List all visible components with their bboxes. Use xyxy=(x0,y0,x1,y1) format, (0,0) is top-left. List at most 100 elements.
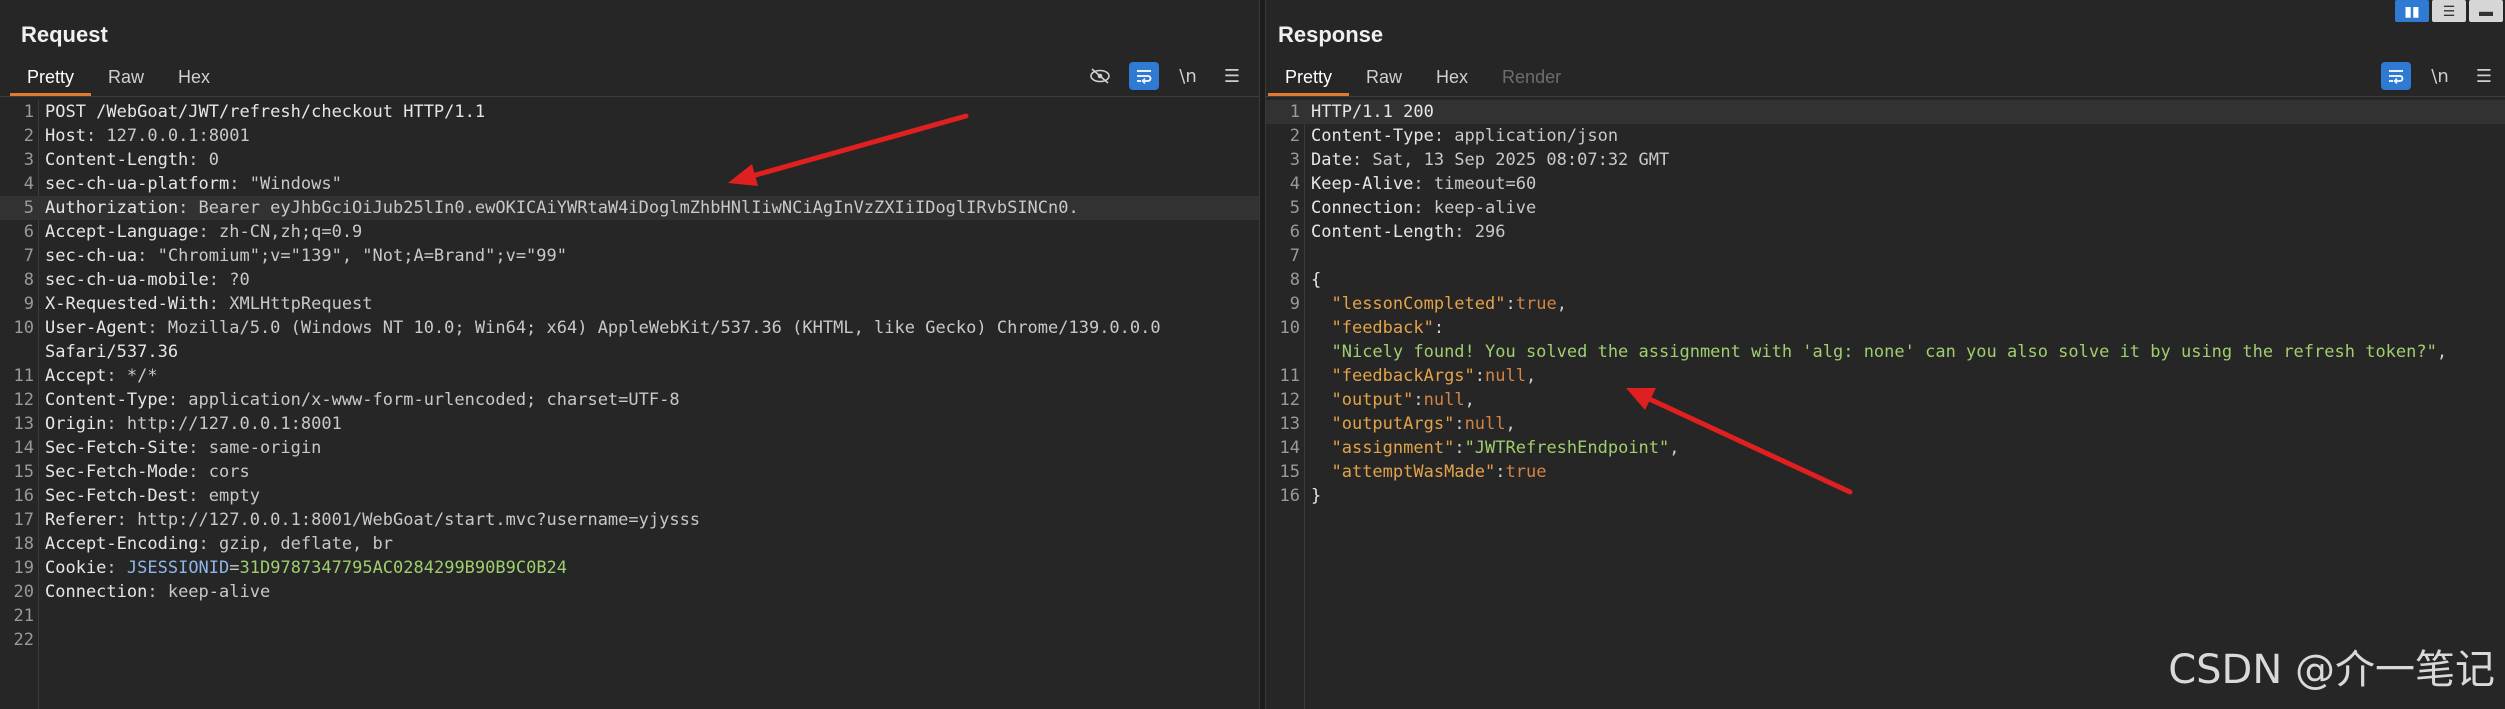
code-line: 2 Content-Type: application/json xyxy=(1266,124,2505,148)
line-number: 6 xyxy=(23,222,34,242)
line-number: 17 xyxy=(13,510,34,530)
line-number: 11 xyxy=(1279,366,1300,386)
separator: : xyxy=(1505,294,1516,314)
header-value: : Mozilla/5.0 (Windows NT 10.0; Win64; x… xyxy=(147,318,1161,338)
line-number: 21 xyxy=(13,606,34,626)
tab-pretty[interactable]: Pretty xyxy=(10,60,92,96)
menu-icon[interactable]: ☰ xyxy=(1217,62,1247,90)
header-name: Accept-Language xyxy=(45,222,199,242)
line-number: 3 xyxy=(23,150,34,170)
code-line: 16} xyxy=(1266,484,2505,508)
request-tabs: Pretty Raw Hex xyxy=(10,60,227,96)
line-number: 13 xyxy=(13,414,34,434)
header-name: HTTP/1.1 200 xyxy=(1311,102,1434,122)
single-view-icon[interactable]: ▬ xyxy=(2469,0,2503,22)
split-vertical-icon[interactable]: ▮▮ xyxy=(2395,0,2429,22)
header-name: POST /WebGoat/JWT/refresh/checkout HTTP/… xyxy=(45,102,486,122)
header-value: : empty xyxy=(188,486,260,506)
code-line: 11 Accept: */* xyxy=(0,364,1259,388)
header-value: : application/json xyxy=(1433,126,1619,146)
split-horizontal-icon[interactable]: ☰ xyxy=(2432,0,2466,22)
line-text: Host: 127.0.0.1:8001 xyxy=(45,124,250,148)
line-number: 20 xyxy=(13,582,34,602)
line-number: 3 xyxy=(1289,150,1300,170)
code-line: 1 HTTP/1.1 200 xyxy=(1266,100,2505,124)
header-name: Content-Length xyxy=(45,150,189,170)
header-name: Content-Type xyxy=(1311,126,1434,146)
line-text: Sec-Fetch-Site: same-origin xyxy=(45,436,321,460)
header-name: Accept xyxy=(45,366,107,386)
request-editor[interactable]: 1 POST /WebGoat/JWT/refresh/checkout HTTP… xyxy=(0,100,1259,709)
tab-raw[interactable]: Raw xyxy=(1349,60,1419,96)
separator: : xyxy=(1433,318,1445,338)
line-number: 18 xyxy=(13,534,34,554)
header-name: { xyxy=(1311,270,1322,290)
header-value: : "Chromium";v="139", "Not;A=Brand";v="9… xyxy=(137,246,567,266)
code-line: 15 "attemptWasMade":true xyxy=(1266,460,2505,484)
line-text: Sec-Fetch-Mode: cors xyxy=(45,460,250,484)
code-line: 11 "feedbackArgs":null, xyxy=(1266,364,2505,388)
cookie-name: JSESSIONID xyxy=(126,558,230,578)
line-text: "Nicely found! You solved the assignment… xyxy=(1311,340,2447,364)
header-value: : 296 xyxy=(1454,222,1506,242)
layout-toggle-group: ▮▮ ☰ ▬ xyxy=(2395,0,2503,22)
separator: : xyxy=(106,558,127,578)
json-key: "lessonCompleted" xyxy=(1331,294,1506,314)
tab-raw[interactable]: Raw xyxy=(91,60,161,96)
line-text: "lessonCompleted":true, xyxy=(1311,292,1566,316)
response-editor[interactable]: 1 HTTP/1.1 200 2 Content-Type: application/… xyxy=(1266,100,2505,709)
line-number: 12 xyxy=(1279,390,1300,410)
line-text: Accept-Encoding: gzip, deflate, br xyxy=(45,532,393,556)
line-number: 8 xyxy=(23,270,34,290)
code-line: 1 POST /WebGoat/JWT/refresh/checkout HTTP… xyxy=(0,100,1259,124)
line-number: 14 xyxy=(13,438,34,458)
code-line: 20 Connection: keep-alive xyxy=(0,580,1259,604)
header-value: : http://127.0.0.1:8001 xyxy=(106,414,342,434)
separator: , xyxy=(1669,438,1680,458)
code-line: 7 xyxy=(1266,244,2505,268)
tab-hex[interactable]: Hex xyxy=(1419,60,1485,96)
code-line: 4 Keep-Alive: timeout=60 xyxy=(1266,172,2505,196)
code-line: 8{ xyxy=(1266,268,2505,292)
separator: : xyxy=(1454,414,1465,434)
wrap-lines-icon[interactable] xyxy=(2381,62,2411,90)
header-name: Sec-Fetch-Site xyxy=(45,438,189,458)
separator: : xyxy=(1454,438,1465,458)
header-name: sec-ch-ua-mobile xyxy=(45,270,209,290)
header-value: : Bearer eyJhbGciOiJub25lIn0.ewOKICAiYWR… xyxy=(178,198,1079,218)
newline-icon[interactable]: \n xyxy=(2425,62,2455,90)
line-number: 10 xyxy=(13,318,34,338)
header-value: : ?0 xyxy=(208,270,250,290)
header-name: Date xyxy=(1311,150,1352,170)
response-code: 1 HTTP/1.1 200 2 Content-Type: application/… xyxy=(1266,100,2505,508)
panel-splitter[interactable] xyxy=(1259,0,1266,709)
code-line: 2 Host: 127.0.0.1:8001 xyxy=(0,124,1259,148)
separator: : xyxy=(1474,366,1486,386)
header-name: Sec-Fetch-Mode xyxy=(45,462,189,482)
code-line: 6 Accept-Language: zh-CN,zh;q=0.9 xyxy=(0,220,1259,244)
line-text: "attemptWasMade":true xyxy=(1311,460,1546,484)
eye-slash-icon[interactable] xyxy=(1085,62,1115,90)
tab-hex[interactable]: Hex xyxy=(161,60,227,96)
line-number: 12 xyxy=(13,390,34,410)
header-name: Connection xyxy=(45,582,148,602)
menu-icon[interactable]: ☰ xyxy=(2469,62,2499,90)
json-key: "attemptWasMade" xyxy=(1331,462,1496,482)
code-line: 19 Cookie: JSESSIONID=31D9787347795AC0284… xyxy=(0,556,1259,580)
header-name: Content-Length xyxy=(1311,222,1455,242)
line-number: 15 xyxy=(13,462,34,482)
newline-icon[interactable]: \n xyxy=(1173,62,1203,90)
tab-pretty[interactable]: Pretty xyxy=(1268,60,1350,96)
request-panel: Request Pretty Raw Hex \n ☰ 1 POST /WebGo… xyxy=(0,0,1259,709)
wrap-lines-icon[interactable] xyxy=(1129,62,1159,90)
line-text: sec-ch-ua-platform: "Windows" xyxy=(45,172,342,196)
code-line: 17 Referer: http://127.0.0.1:8001/WebGoat… xyxy=(0,508,1259,532)
line-text: Date: Sat, 13 Sep 2025 08:07:32 GMT xyxy=(1311,148,1669,172)
json-value: "JWTRefreshEndpoint" xyxy=(1464,438,1670,458)
separator: , xyxy=(2436,342,2448,362)
json-value: null xyxy=(1423,390,1465,410)
header-name: Origin xyxy=(45,414,107,434)
tab-render[interactable]: Render xyxy=(1485,60,1578,96)
code-line: 15 Sec-Fetch-Mode: cors xyxy=(0,460,1259,484)
